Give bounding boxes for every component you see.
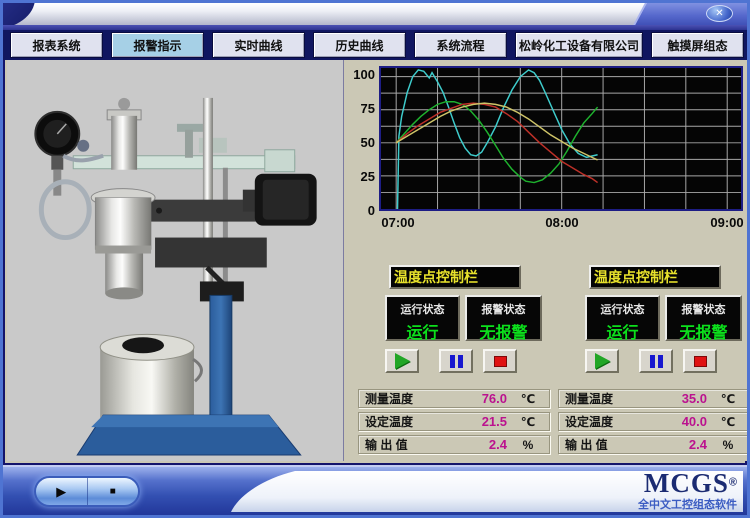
row-value: 21.5 [482, 414, 507, 429]
nav-button-history-curve[interactable]: 历史曲线 [313, 32, 406, 58]
trend-plot-svg [381, 68, 741, 209]
equipment-illustration [7, 60, 344, 461]
pause-icon [450, 355, 463, 368]
close-icon[interactable]: ✕ [706, 5, 733, 22]
run-status-label: 运行状态 [587, 301, 658, 317]
footer-bar: ▶ ■ MCGS® 全中文工控组态软件 [3, 465, 747, 515]
x-tick-0800: 08:00 [545, 215, 578, 230]
play-icon [595, 353, 610, 369]
row-value: 76.0 [482, 391, 507, 406]
nav-button-report-system[interactable]: 报表系统 [10, 32, 103, 58]
row-unit: % [507, 438, 549, 452]
row-value: 2.4 [689, 437, 707, 452]
row-value: 40.0 [682, 414, 707, 429]
alarm-status-value: 无报警 [667, 319, 740, 343]
alarm-status-label: 报警状态 [467, 301, 540, 317]
close-glyph: ✕ [715, 9, 723, 19]
row-unit: ℃ [707, 415, 749, 429]
set-temperature-row: 设定温度 40.0 ℃ [558, 412, 750, 431]
stop-icon [694, 356, 707, 367]
play-icon [395, 353, 410, 369]
footer-stop-button[interactable]: ■ [88, 478, 139, 505]
row-label: 设定温度 [365, 413, 413, 430]
run-status-label: 运行状态 [387, 301, 458, 317]
start-button[interactable] [385, 349, 419, 373]
x-tick-0700: 07:00 [381, 215, 414, 230]
stop-icon [494, 356, 507, 367]
registered-mark: ® [729, 477, 737, 489]
row-label: 测量温度 [565, 390, 613, 407]
alarm-status-display: 报警状态 无报警 [465, 295, 542, 341]
y-tick-75: 75 [346, 100, 375, 118]
trend-chart [379, 66, 743, 211]
stop-button[interactable] [683, 349, 717, 373]
footer-run-controls: ▶ ■ [36, 478, 138, 505]
run-status-value: 运行 [587, 319, 658, 343]
stop-icon: ■ [110, 486, 116, 497]
y-tick-100: 100 [346, 66, 375, 84]
equipment-photo [7, 60, 344, 461]
run-status-display: 运行状态 运行 [585, 295, 660, 341]
x-tick-0900: 09:00 [710, 215, 743, 230]
start-button[interactable] [585, 349, 619, 373]
logo-slogan: 全中文工控组态软件 [638, 500, 737, 511]
alarm-status-label: 报警状态 [667, 301, 740, 317]
trend-cyan [398, 70, 598, 209]
panel-title: 温度点控制栏 [389, 265, 521, 289]
row-unit: ℃ [707, 392, 749, 406]
nav-button-touchscreen-config[interactable]: 触摸屏组态 [651, 32, 744, 58]
alarm-status-value: 无报警 [467, 319, 540, 343]
logo-text: MCGS [644, 468, 729, 498]
nav-button-company[interactable]: 松岭化工设备有限公司 [515, 32, 643, 58]
reaction-vessel [95, 198, 151, 250]
control-panel-area: 100 75 50 25 0 07:00 08:00 09:00 温度点控制栏 … [346, 60, 747, 461]
measured-temperature-row: 测量温度 35.0 ℃ [558, 389, 750, 408]
set-temperature-row: 设定温度 21.5 ℃ [358, 412, 550, 431]
output-value-row: 输 出 值 2.4 % [358, 435, 550, 454]
row-value: 2.4 [489, 437, 507, 452]
row-label: 设定温度 [565, 413, 613, 430]
nav-button-system-flow[interactable]: 系统流程 [414, 32, 507, 58]
stop-button[interactable] [483, 349, 517, 373]
row-label: 输 出 值 [365, 436, 408, 453]
temperature-control-group-1: 温度点控制栏 运行状态 运行 报警状态 无报警 测量温度 76.0 ℃ [357, 265, 551, 461]
row-unit: ℃ [507, 415, 549, 429]
panel-title: 温度点控制栏 [589, 265, 721, 289]
footer-play-button[interactable]: ▶ [36, 478, 88, 505]
main-content: 100 75 50 25 0 07:00 08:00 09:00 温度点控制栏 … [3, 60, 747, 465]
row-value: 35.0 [682, 391, 707, 406]
row-unit: % [707, 438, 749, 452]
output-value-row: 输 出 值 2.4 % [558, 435, 750, 454]
y-tick-25: 25 [346, 168, 375, 186]
run-status-value: 运行 [387, 319, 458, 343]
y-tick-0: 0 [346, 202, 375, 220]
mcgs-logo: MCGS® 全中文工控组态软件 [638, 470, 737, 511]
y-tick-50: 50 [346, 134, 375, 152]
temperature-control-group-2: 温度点控制栏 运行状态 运行 报警状态 无报警 测量温度 35.0 ℃ [557, 265, 750, 461]
row-label: 测量温度 [365, 390, 413, 407]
pause-button[interactable] [639, 349, 673, 373]
play-icon: ▶ [56, 484, 66, 500]
titlebar-left-decoration [3, 3, 35, 25]
trend-green [396, 102, 597, 183]
alarm-status-display: 报警状态 无报警 [665, 295, 742, 341]
title-bar [3, 3, 747, 25]
nav-bar: 报表系统 报警指示 实时曲线 历史曲线 系统流程 松岭化工设备有限公司 触摸屏组… [3, 30, 747, 60]
row-unit: ℃ [507, 392, 549, 406]
nav-button-alarm-indication[interactable]: 报警指示 [111, 32, 204, 58]
mcgs-hmi-window: ✕ 报表系统 报警指示 实时曲线 历史曲线 系统流程 松岭化工设备有限公司 触摸… [0, 0, 750, 518]
run-status-display: 运行状态 运行 [385, 295, 460, 341]
nav-button-realtime-curve[interactable]: 实时曲线 [212, 32, 305, 58]
pause-button[interactable] [439, 349, 473, 373]
measured-temperature-row: 测量温度 76.0 ℃ [358, 389, 550, 408]
row-label: 输 出 值 [565, 436, 608, 453]
pause-icon [650, 355, 663, 368]
